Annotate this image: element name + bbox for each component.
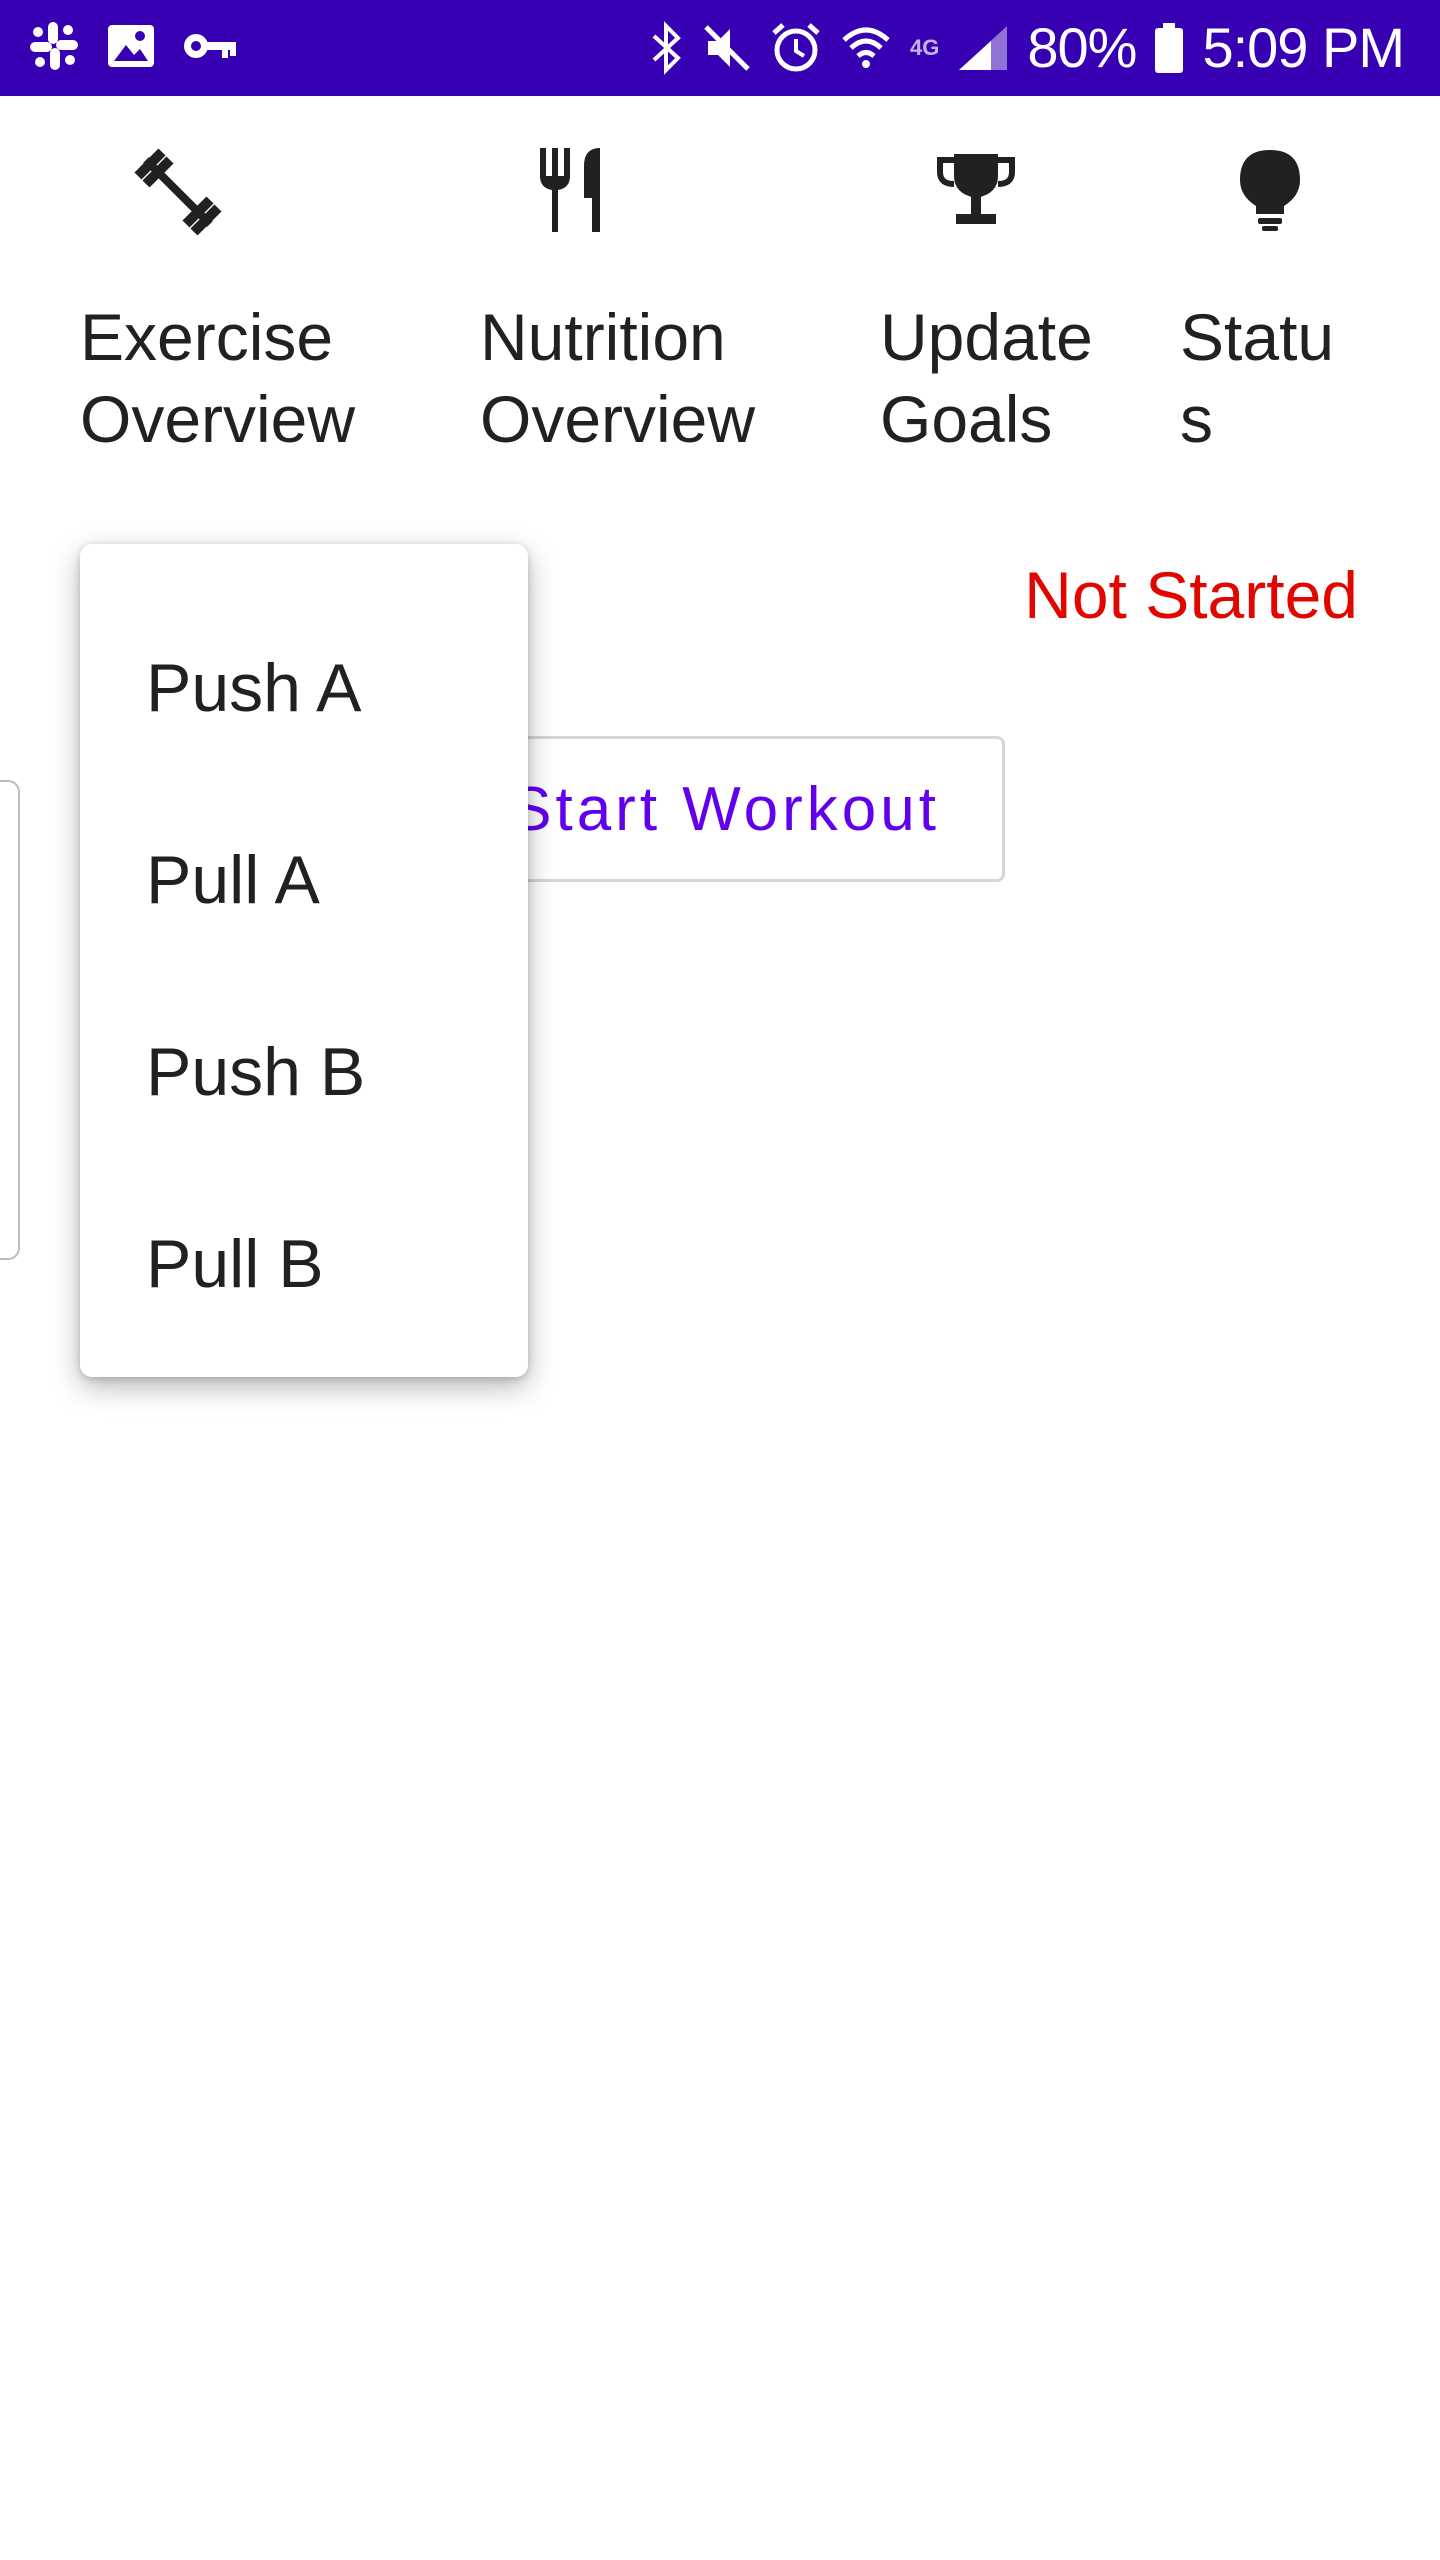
dropdown-option-push-b[interactable]: Push B	[80, 976, 528, 1168]
status-bar: 4G 80% 5:09 PM	[0, 0, 1440, 96]
workout-spinner[interactable]	[0, 780, 20, 1260]
nav-label-exercise-overview: Exercise Overview	[80, 300, 356, 456]
status-bar-right: 4G 80% 5:09 PM	[650, 14, 1405, 82]
key-icon	[182, 29, 238, 63]
nav-item-update-goals[interactable]: Update Goals	[880, 96, 1160, 486]
alarm-icon	[770, 22, 822, 74]
workout-status-value: Not Started	[1024, 558, 1358, 632]
dropdown-option-pull-b[interactable]: Pull B	[80, 1168, 528, 1360]
status-bar-left	[28, 20, 238, 72]
dropdown-option-push-a[interactable]: Push A	[80, 592, 528, 784]
fork-knife-icon	[536, 146, 616, 239]
image-icon	[106, 23, 156, 69]
dumbbell-icon	[132, 146, 224, 243]
lightbulb-icon	[1238, 148, 1302, 237]
bluetooth-icon	[650, 20, 684, 76]
clock-time: 5:09 PM	[1202, 16, 1405, 79]
nav-label-nutrition-overview: Nutrition Overview	[480, 300, 756, 456]
slack-icon	[28, 20, 80, 72]
nav-label-update-goals: Update Goals	[880, 300, 1093, 456]
battery-icon	[1154, 22, 1184, 74]
nav-item-nutrition-overview[interactable]: Nutrition Overview	[480, 96, 860, 486]
network-type-label: 4G	[909, 35, 940, 60]
nav-item-status[interactable]: Statu s	[1180, 96, 1400, 486]
wifi-icon	[840, 22, 892, 74]
nav-item-exercise-overview[interactable]: Exercise Overview	[80, 96, 460, 486]
dropdown-option-pull-a[interactable]: Pull A	[80, 784, 528, 976]
mute-icon	[702, 23, 752, 73]
signal-icon	[957, 24, 1009, 72]
workout-dropdown-menu: Push A Pull A Push B Pull B	[80, 544, 528, 1377]
nav-label-status: Statu s	[1180, 300, 1335, 456]
trophy-icon	[936, 150, 1016, 235]
battery-percent: 80%	[1027, 16, 1137, 79]
top-navigation: Exercise Overview Nutrition Overview Upd	[0, 96, 1440, 486]
